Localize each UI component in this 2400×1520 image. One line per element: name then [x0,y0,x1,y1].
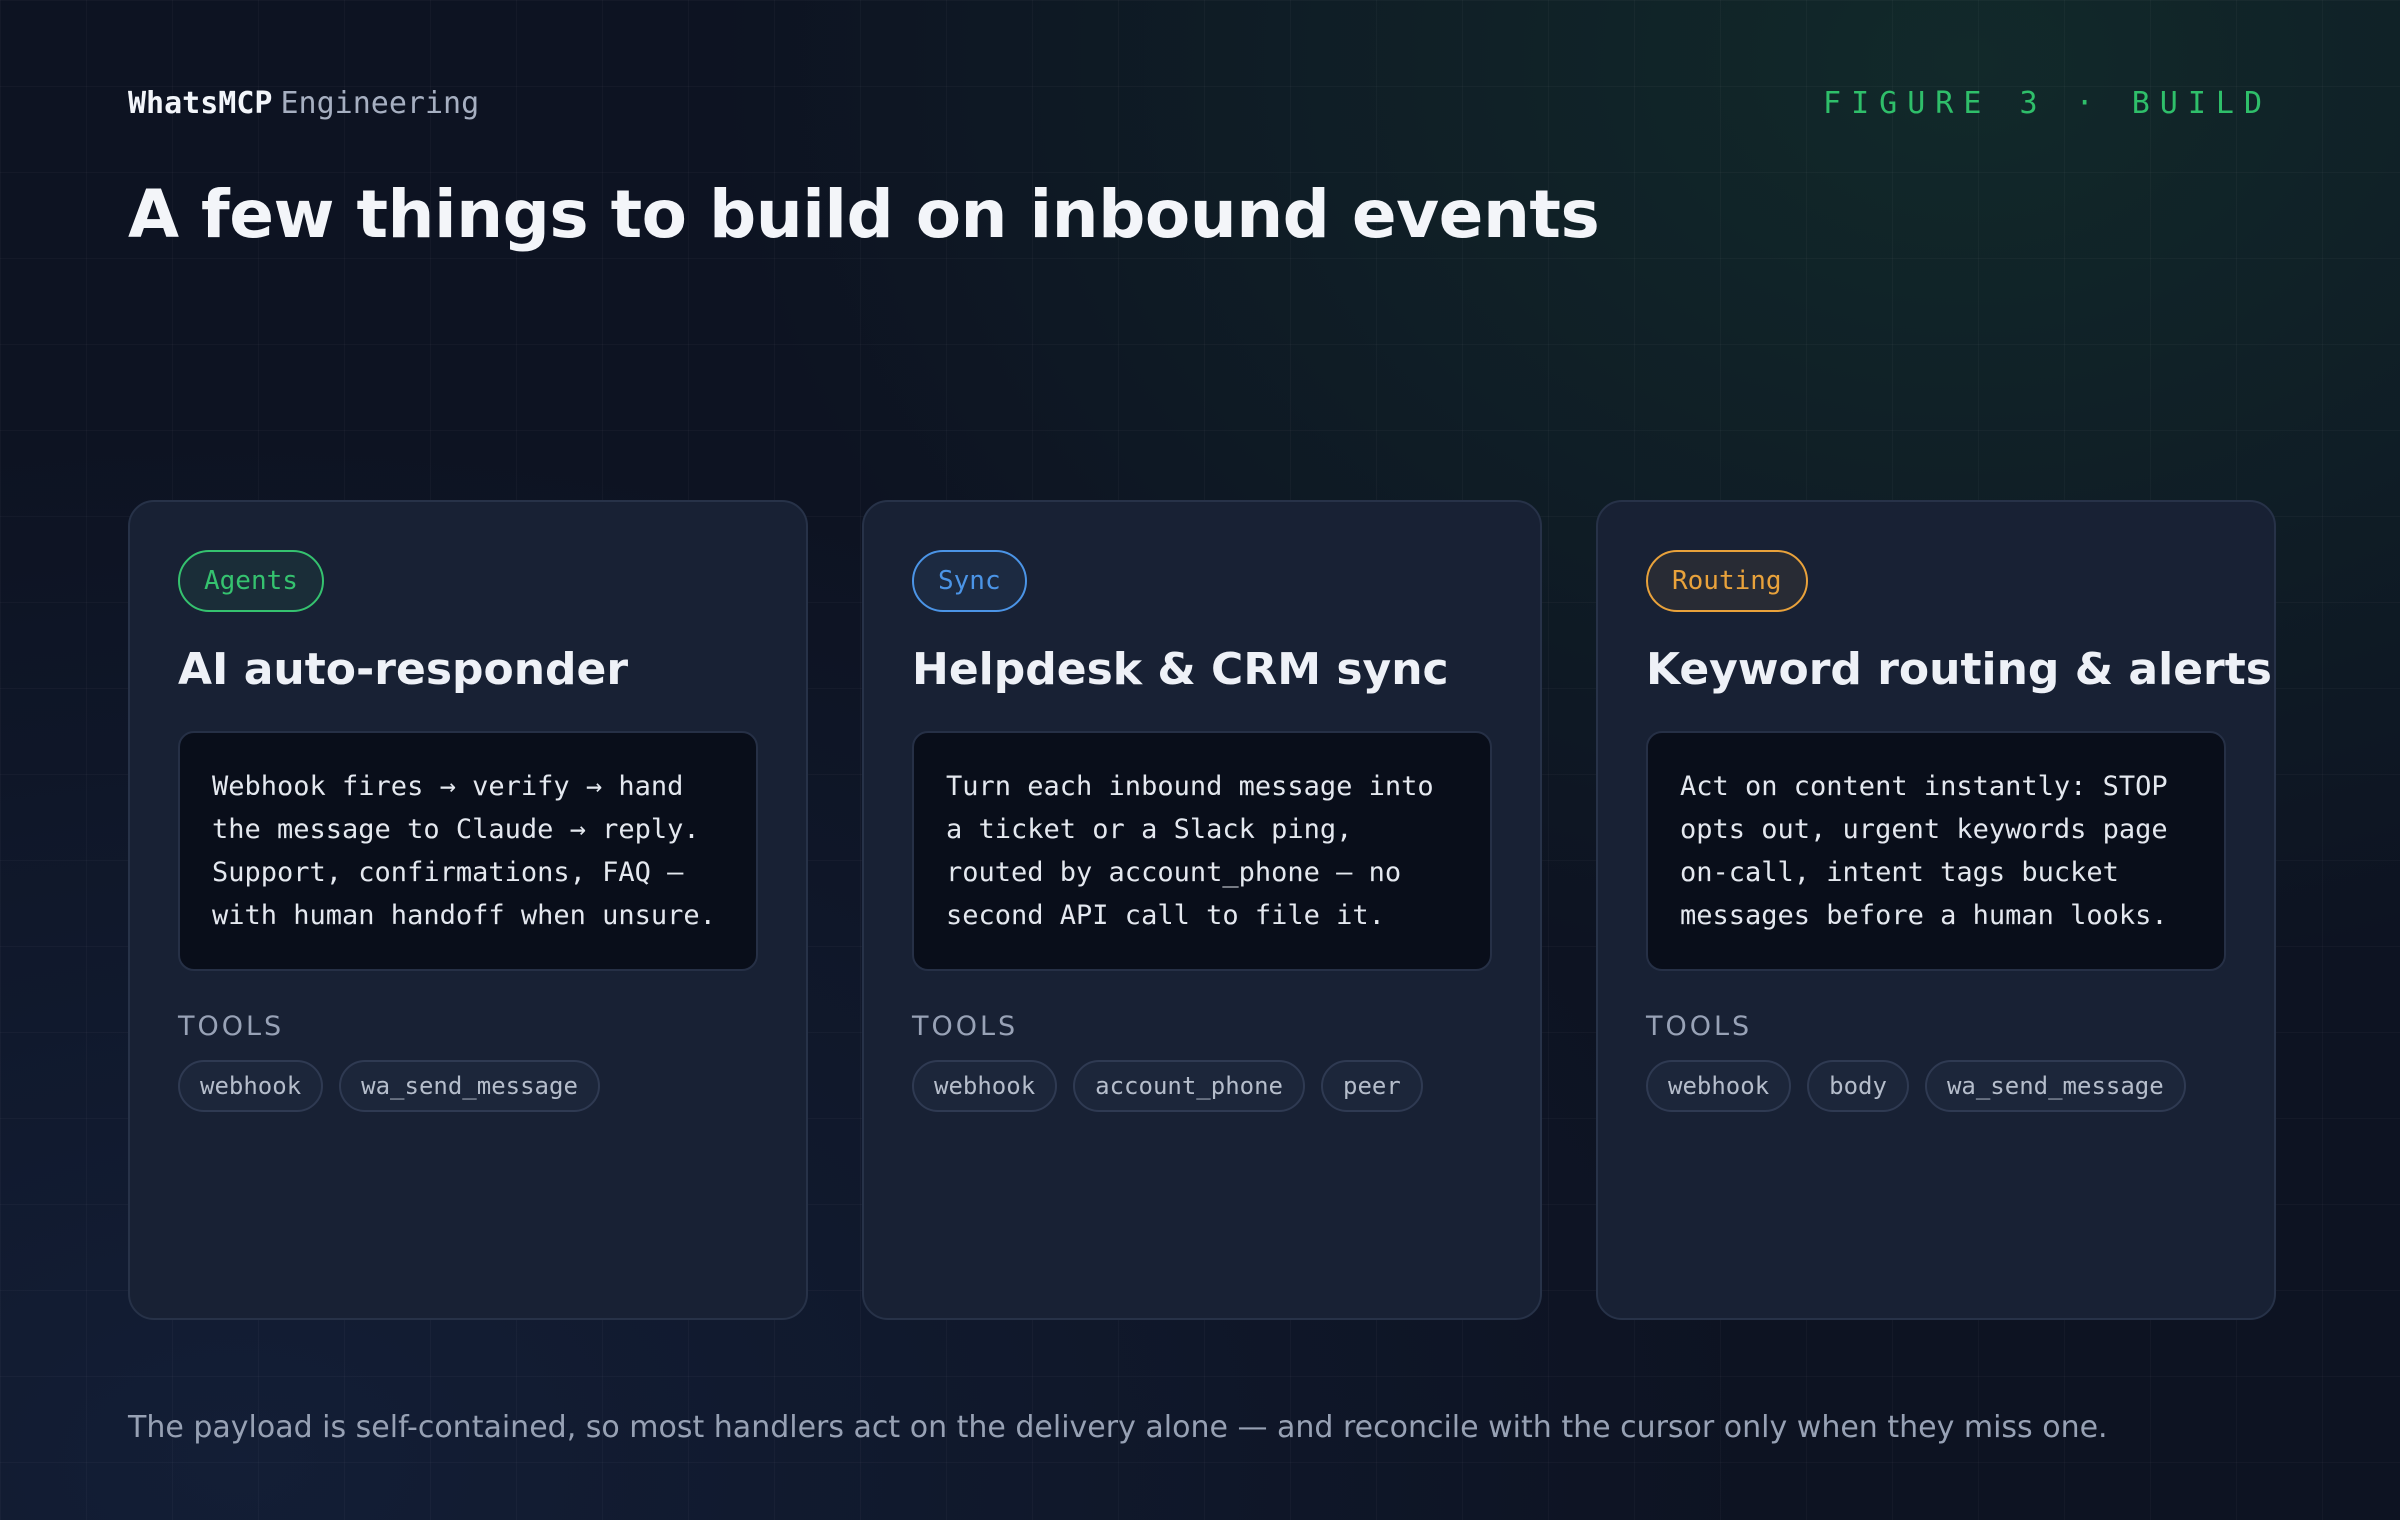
tag-badge: Sync [912,550,1027,612]
brand: WhatsMCP Engineering [128,86,479,121]
header: WhatsMCP Engineering FIGURE 3 · BUILD [128,86,2272,121]
tools-label: TOOLS [1646,1011,1753,1042]
tool-chip: wa_send_message [339,1060,600,1112]
brand-suffix: Engineering [280,86,480,121]
tool-chip: body [1807,1060,1909,1112]
tool-chips: webhook account_phone peer [912,1060,1492,1112]
tool-chip: wa_send_message [1924,1060,2186,1112]
tag-badge: Agents [178,550,324,612]
card-description: Turn each inbound message into a ticket … [912,731,1492,971]
brand-name: WhatsMCP [128,86,273,121]
page-title: A few things to build on inbound events [128,176,1600,253]
card-title: Helpdesk & CRM sync [912,644,1449,695]
card-description: Act on content instantly: STOP opts out,… [1646,731,2226,971]
tool-chip: webhook [912,1060,1058,1112]
tool-chip: webhook [178,1060,324,1112]
card-sync: Sync Helpdesk & CRM sync Turn each inbou… [862,500,1542,1320]
footer-note: The payload is self-contained, so most h… [128,1410,2108,1445]
card-title: Keyword routing & alerts [1646,644,2272,695]
tools-label: TOOLS [912,1011,1019,1042]
tools-label: TOOLS [178,1011,285,1042]
card-agents: Agents AI auto-responder Webhook fires →… [128,500,808,1320]
figure-label: FIGURE 3 · BUILD [1823,86,2272,121]
tool-chip: webhook [1646,1060,1792,1112]
tool-chips: webhook wa_send_message [178,1060,758,1112]
card-routing: Routing Keyword routing & alerts Act on … [1596,500,2276,1320]
tag-badge: Routing [1646,550,1808,612]
card-description: Webhook fires → verify → hand the messag… [178,731,758,971]
card-grid: Agents AI auto-responder Webhook fires →… [128,500,2276,1320]
tool-chips: webhook body wa_send_message [1646,1060,2226,1112]
tool-chip: peer [1321,1060,1423,1112]
card-title: AI auto-responder [178,644,629,695]
tool-chip: account_phone [1073,1060,1305,1112]
